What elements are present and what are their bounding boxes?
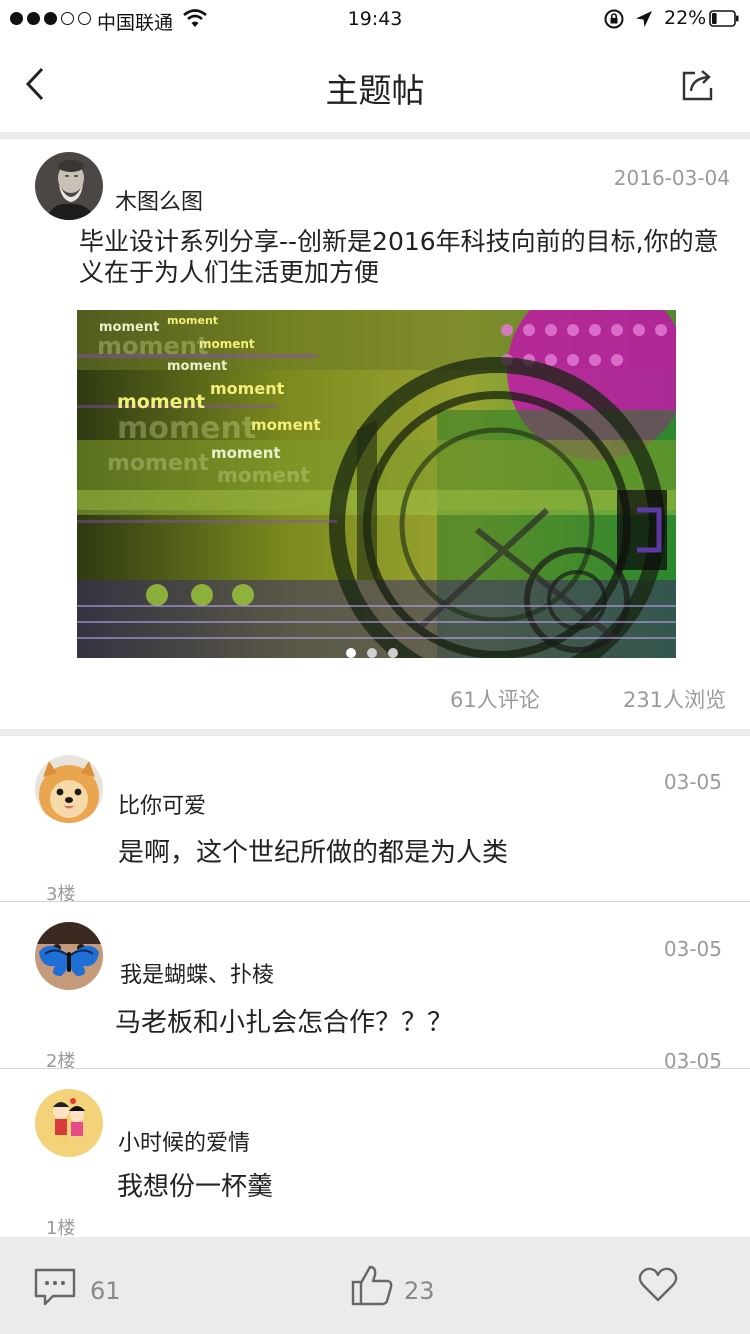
comment-date: 03-05 [663, 1049, 722, 1073]
comment-date: 03-05 [663, 937, 722, 961]
heart-icon[interactable] [638, 1267, 678, 1303]
comment-author[interactable]: 小时候的爱情 [118, 1125, 250, 1157]
like-count: 23 [404, 1277, 435, 1305]
signal-dot [61, 12, 74, 25]
image-word: moment [210, 379, 285, 398]
comment-floor: 2楼 [46, 1051, 76, 1072]
carousel-dot[interactable] [388, 648, 398, 658]
status-bar: 中国联通 19:43 22% [0, 0, 750, 40]
image-word: moment [251, 416, 321, 434]
battery-icon [709, 10, 739, 27]
thumbs-up-icon[interactable] [350, 1263, 394, 1307]
chevron-left-icon[interactable] [22, 64, 52, 104]
image-word: moment [117, 391, 205, 413]
section-divider [0, 132, 750, 139]
bottom-toolbar: 61 23 [0, 1237, 750, 1334]
signal-dot [78, 12, 91, 25]
post-title[interactable]: 毕业设计系列分享--创新是2016年科技向前的目标,你的意义在于为人们生活更加方… [79, 226, 739, 288]
svg-text:moment: moment [107, 451, 210, 476]
comment-author[interactable]: 我是蝴蝶、扑棱 [120, 957, 274, 989]
orientation-lock-icon [604, 9, 624, 29]
comment-floor: 3楼 [46, 884, 76, 905]
comment-date: 03-05 [663, 770, 722, 794]
signal-dot [10, 12, 23, 25]
comment-divider [0, 1068, 750, 1069]
wifi-icon [183, 9, 207, 27]
comment-text: 是啊，这个世纪所做的都是为人类 [118, 838, 509, 868]
comment-avatar[interactable] [35, 1089, 103, 1157]
image-word: moment [167, 314, 218, 327]
carousel-dot[interactable] [367, 648, 377, 658]
comment-text: 我想份一杯羹 [117, 1172, 274, 1202]
comment-icon[interactable] [33, 1267, 77, 1307]
post-author-avatar[interactable] [35, 152, 103, 220]
comment-avatar[interactable] [35, 922, 103, 990]
post-view-count: 231人浏览 [623, 688, 727, 712]
signal-dot [44, 12, 57, 25]
post-date: 2016-03-04 [613, 166, 730, 190]
svg-text:moment: moment [217, 463, 310, 487]
share-icon[interactable] [678, 66, 718, 104]
comment-count: 61 [90, 1277, 121, 1305]
location-arrow-icon [636, 11, 652, 27]
post-comment-count[interactable]: 61人评论 [450, 684, 540, 714]
svg-text:moment: moment [117, 411, 256, 446]
image-word: moment [167, 359, 227, 374]
carousel-dot[interactable] [346, 648, 356, 658]
comment-author[interactable]: 比你可爱 [118, 788, 206, 820]
comment-text: 马老板和小扎会怎合作？？？ [115, 1008, 454, 1038]
comment-avatar[interactable] [35, 755, 103, 823]
page-title: 主题帖 [325, 71, 425, 110]
status-time: 19:43 [347, 8, 403, 30]
image-word: moment [211, 444, 281, 462]
comment-divider [0, 901, 750, 902]
post-image[interactable]: moment moment moment moment moment momen… [77, 310, 676, 658]
battery-percent: 22% [664, 7, 707, 29]
section-divider [0, 729, 750, 736]
svg-text:moment: moment [97, 332, 208, 360]
signal-dot [27, 12, 40, 25]
carrier-name: 中国联通 [97, 12, 174, 34]
post-author-name[interactable]: 木图么图 [115, 184, 203, 216]
